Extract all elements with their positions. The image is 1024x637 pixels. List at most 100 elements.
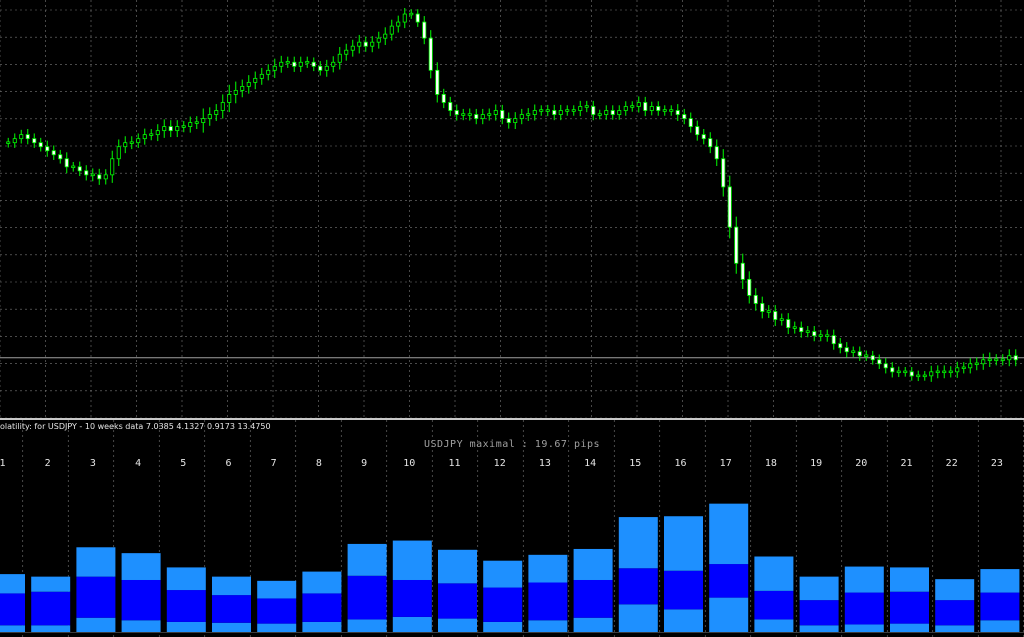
candle-body (110, 158, 115, 176)
candle-body (500, 110, 505, 119)
candle-body (584, 105, 589, 108)
candle-body (630, 105, 635, 108)
candle-body (844, 347, 849, 353)
volatility-bar-segment (483, 587, 523, 622)
candle-body (149, 133, 154, 136)
hour-label: 14 (584, 458, 596, 469)
candle-body (51, 150, 56, 156)
volatility-bar-segment (528, 620, 568, 632)
candle-body (955, 367, 960, 373)
volatility-bar-segment (935, 600, 975, 626)
candle-body (766, 310, 771, 313)
candle-body (181, 125, 186, 128)
candle-body (558, 110, 563, 115)
candle-body (1000, 358, 1005, 361)
candle-body (175, 126, 180, 132)
volatility-bar-segment (890, 623, 929, 632)
volatility-bar-segment (302, 621, 342, 632)
volatility-bar-segment (347, 543, 387, 576)
volatility-bar-segment (754, 619, 794, 632)
candle-body (610, 110, 615, 115)
volatility-bar-segment (483, 621, 523, 632)
volatility-bar-segment (528, 554, 568, 583)
candle-body (272, 65, 277, 71)
candle-body (383, 33, 388, 39)
candle-body (25, 134, 30, 140)
candle-body (389, 25, 394, 35)
candle-body (136, 138, 141, 144)
hour-label: 18 (765, 458, 777, 469)
candle-body (493, 110, 498, 115)
candle-body (461, 113, 466, 116)
hour-label: 2 (45, 458, 51, 469)
candle-body (194, 121, 199, 124)
candle-body (747, 278, 752, 296)
candle-body (948, 370, 953, 374)
volatility-bar-segment (121, 553, 161, 580)
candle-body (604, 110, 609, 115)
candle-body (714, 146, 719, 160)
candle-body (552, 110, 557, 115)
candle-body (786, 319, 791, 328)
hour-label: 9 (361, 458, 367, 469)
candle-body (415, 13, 420, 23)
candle-body (779, 318, 784, 321)
volatility-bar-segment (0, 593, 25, 626)
candle-body (617, 110, 622, 115)
candle-body (474, 114, 479, 119)
candle-body (805, 330, 810, 333)
hour-label: 1 (0, 458, 6, 469)
indicator-label: olatility: for USDJPY - 10 weeks data 7.… (0, 422, 271, 431)
volatility-bar-segment (709, 503, 749, 565)
candle-body (201, 118, 206, 123)
hour-label: 15 (629, 458, 641, 469)
candle-body (311, 61, 316, 67)
candle-body (84, 170, 89, 176)
candle-body (851, 350, 856, 353)
hour-label: 19 (810, 458, 822, 469)
candle-body (922, 374, 927, 378)
candle-body (45, 146, 50, 152)
candle-body (240, 86, 245, 91)
hour-label: 7 (271, 458, 277, 469)
candle-body (812, 331, 817, 337)
volatility-bar-segment (257, 598, 297, 624)
hour-label: 21 (900, 458, 912, 469)
candle-body (467, 113, 472, 116)
candle-body (103, 174, 108, 180)
hour-label: 11 (448, 458, 460, 469)
volatility-bar-segment (754, 590, 794, 620)
hour-label: 5 (180, 458, 186, 469)
candle-body (168, 126, 173, 132)
candle-body (773, 311, 778, 320)
candle-body (935, 370, 940, 374)
hour-label: 16 (674, 458, 686, 469)
candle-body (77, 166, 82, 172)
volatility-bar-segment (257, 580, 297, 599)
candle-body (376, 37, 381, 43)
candle-body (662, 109, 667, 112)
candle-body (370, 41, 375, 47)
candle-body (38, 142, 43, 148)
volatility-bar-segment (121, 620, 161, 632)
candle-body (331, 61, 336, 67)
candle-body (344, 49, 349, 55)
volatility-bar-segment (709, 597, 749, 632)
candle-body (890, 367, 895, 373)
candle-body (396, 21, 401, 27)
candle-body (162, 126, 167, 132)
volatility-bar-segment (31, 625, 71, 632)
candle-body (357, 41, 362, 47)
candle-body (155, 130, 160, 136)
candle-body (19, 134, 24, 140)
volatility-bar-segment (844, 566, 884, 593)
candle-body (864, 354, 869, 357)
candle-body (571, 109, 576, 112)
candle-body (545, 109, 550, 112)
volatility-bar-segment (935, 579, 975, 601)
volatility-bar-segment (31, 576, 71, 592)
candle-body (903, 370, 908, 374)
volatility-bar-segment (844, 624, 884, 632)
candle-body (422, 21, 427, 39)
candle-body (487, 113, 492, 116)
